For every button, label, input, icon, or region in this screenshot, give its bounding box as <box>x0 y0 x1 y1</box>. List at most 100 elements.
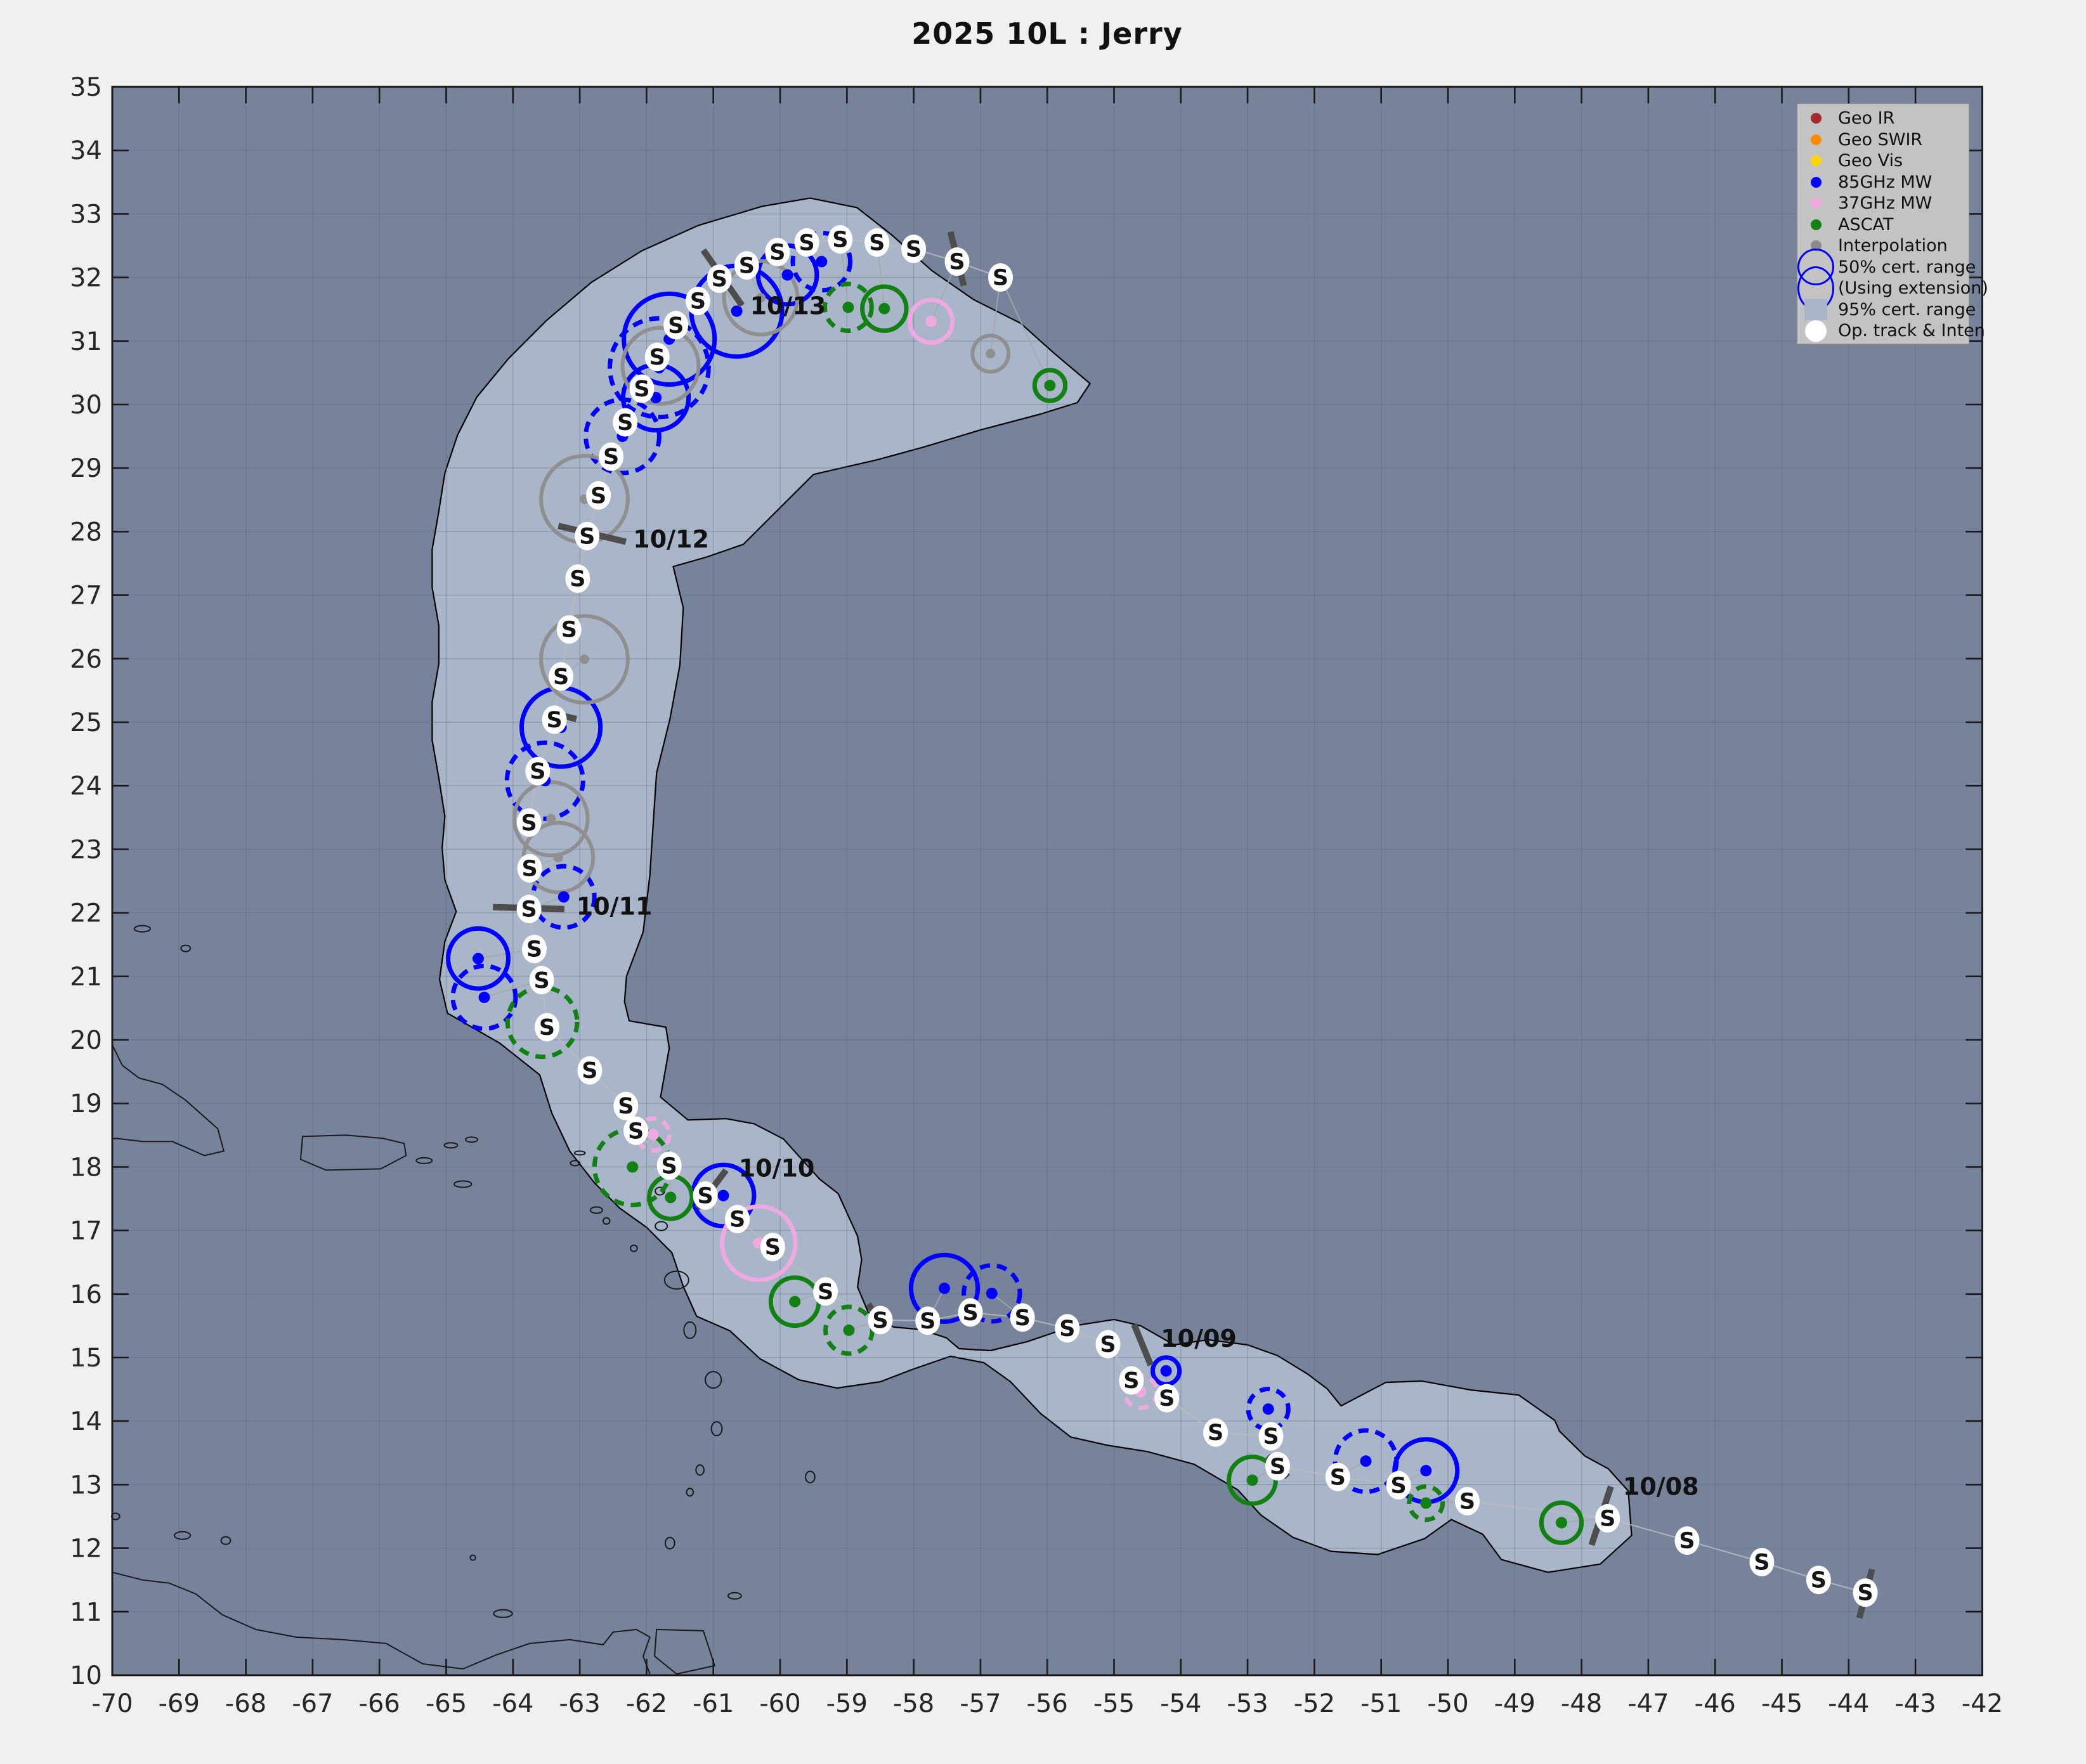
intensity-label: S <box>1208 1420 1223 1446</box>
y-tick-label: 13 <box>70 1470 102 1500</box>
fix-dot-ascat <box>1044 380 1055 391</box>
legend-swatch-icon <box>1797 150 1834 172</box>
intensity-label: S <box>628 1119 644 1144</box>
intensity-label: S <box>617 410 633 436</box>
legend-item-geo-swir: Geo SWIR <box>1797 129 1969 151</box>
dot-swatch <box>1811 177 1822 188</box>
y-tick-label: 19 <box>70 1089 102 1119</box>
intensity-label: S <box>769 240 785 266</box>
x-tick-label: -50 <box>1427 1689 1468 1718</box>
y-tick-label: 30 <box>70 391 102 420</box>
legend-label: 37GHz MW <box>1838 193 1932 213</box>
track-map-plot: SSSSSSSSSSSSSSSSSSSSSSSSSSSSSSSSSSSSSSSS… <box>0 0 2086 1764</box>
y-tick-label: 22 <box>70 899 102 928</box>
legend-item-85ghz-mw: 85GHz MW <box>1797 172 1969 193</box>
legend-swatch-icon <box>1797 320 1834 342</box>
intensity-label: S <box>649 345 665 370</box>
intensity-label: S <box>1270 1454 1286 1479</box>
legend-label: (Using extension) <box>1838 278 1988 298</box>
legend-label: 50% cert. range <box>1838 257 1976 277</box>
white-dot-swatch <box>1805 320 1827 342</box>
fix-dot-ascat <box>844 1325 855 1336</box>
x-tick-label: -68 <box>225 1689 266 1718</box>
intensity-label: S <box>662 1153 677 1179</box>
fix-dot-ascat <box>627 1161 638 1172</box>
intensity-label: S <box>582 1058 597 1084</box>
legend-swatch-icon <box>1797 129 1834 151</box>
fix-dot-ascat <box>1556 1517 1567 1529</box>
intensity-label: S <box>668 313 684 339</box>
fix-dot-ascat <box>842 302 854 313</box>
intensity-label: S <box>521 897 537 923</box>
legend-item-geo-ir: Geo IR <box>1797 108 1969 129</box>
x-tick-label: -70 <box>91 1689 133 1718</box>
legend-item-geo-vis: Geo Vis <box>1797 150 1969 172</box>
intensity-label: S <box>712 267 727 292</box>
fix-dot-interp <box>986 349 995 358</box>
legend-label: Geo Vis <box>1838 151 1903 171</box>
y-tick-label: 20 <box>70 1026 102 1055</box>
legend-swatch-icon <box>1797 214 1834 236</box>
legend-swatch-icon <box>1797 193 1834 214</box>
intensity-label: S <box>590 483 606 509</box>
fix-dot-85ghz <box>1161 1365 1172 1377</box>
fix-dot-85ghz <box>1420 1465 1431 1476</box>
intensity-label: S <box>530 759 545 784</box>
intensity-label: S <box>1811 1568 1827 1593</box>
x-tick-label: -55 <box>1093 1689 1135 1718</box>
square-swatch <box>1804 299 1827 320</box>
intensity-label: S <box>1100 1332 1116 1358</box>
y-tick-label: 21 <box>70 963 102 992</box>
intensity-label: S <box>1857 1581 1873 1606</box>
y-tick-label: 12 <box>70 1534 102 1564</box>
fix-dot-interp <box>546 814 556 824</box>
fix-dot-ascat <box>878 303 890 315</box>
x-tick-label: -60 <box>759 1689 800 1718</box>
legend-item-ascat: ASCAT <box>1797 214 1969 236</box>
x-tick-label: -62 <box>626 1689 667 1718</box>
fix-dot-85ghz <box>558 892 570 903</box>
y-tick-label: 18 <box>70 1153 102 1182</box>
intensity-label: S <box>533 968 549 994</box>
dot-swatch <box>1811 219 1822 230</box>
intensity-label: S <box>690 289 706 315</box>
y-tick-label: 24 <box>70 772 102 801</box>
intensity-label: S <box>872 1308 888 1333</box>
legend-label: Op. track & Inten <box>1838 321 1985 340</box>
x-tick-label: -57 <box>960 1689 1001 1718</box>
date-label: 10/12 <box>633 525 709 553</box>
legend-label: Interpolation <box>1838 236 1948 256</box>
intensity-label: S <box>832 228 848 253</box>
legend-label: 95% cert. range <box>1838 300 1976 320</box>
x-tick-label: -61 <box>693 1689 734 1718</box>
legend: Geo IRGeo SWIRGeo Vis85GHz MW37GHz MWASC… <box>1797 103 1969 344</box>
x-tick-label: -44 <box>1828 1689 1869 1718</box>
dot-swatch <box>1811 113 1822 124</box>
intensity-label: S <box>739 254 755 279</box>
x-tick-label: -48 <box>1561 1689 1602 1718</box>
y-tick-label: 11 <box>70 1598 102 1627</box>
y-tick-label: 34 <box>70 136 102 165</box>
intensity-label: S <box>634 377 649 402</box>
dot-swatch <box>1811 155 1822 166</box>
fix-dot-85ghz <box>731 306 743 317</box>
fix-dot-85ghz <box>939 1283 950 1294</box>
intensity-label: S <box>1754 1550 1770 1576</box>
x-tick-label: -56 <box>1027 1689 1068 1718</box>
y-tick-label: 26 <box>70 645 102 674</box>
x-tick-label: -54 <box>1160 1689 1201 1718</box>
intensity-label: S <box>526 937 542 963</box>
fix-dot-37ghz <box>648 1129 659 1140</box>
y-tick-label: 17 <box>70 1217 102 1246</box>
legend-label: ASCAT <box>1838 215 1893 235</box>
intensity-label: S <box>1600 1507 1615 1532</box>
x-tick-label: -58 <box>893 1689 934 1718</box>
legend-label: 85GHz MW <box>1838 172 1932 192</box>
fix-dot-ascat <box>665 1192 676 1203</box>
legend-item-37ghz-mw: 37GHz MW <box>1797 193 1969 214</box>
intensity-label: S <box>553 665 569 690</box>
legend-swatch-icon <box>1797 278 1834 299</box>
y-tick-label: 16 <box>70 1280 102 1309</box>
intensity-label: S <box>521 810 537 836</box>
fix-dot-ascat <box>1420 1498 1431 1509</box>
